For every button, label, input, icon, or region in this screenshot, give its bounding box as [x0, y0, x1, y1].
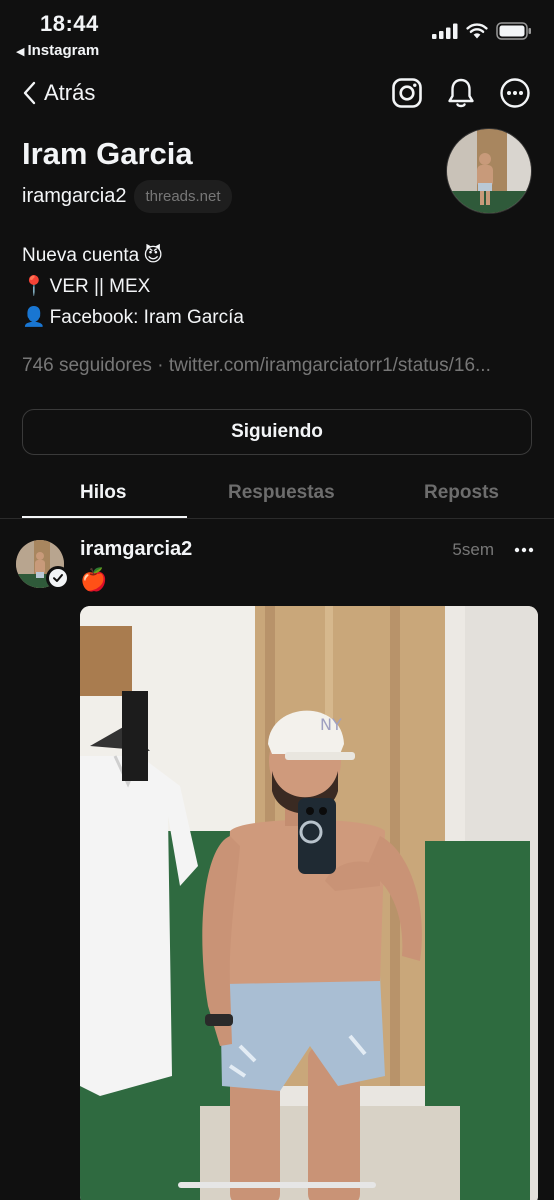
notifications-button[interactable] [444, 76, 478, 110]
devil-emoji-icon: 😈 [143, 245, 164, 266]
back-app-label: Instagram [27, 42, 100, 59]
handle-row: iramgarcia2 threads.net [22, 180, 232, 213]
profile-handle: iramgarcia2 [22, 185, 127, 207]
back-label: Atrás [44, 80, 96, 105]
bio-line: 👤 Facebook: Iram García [22, 302, 244, 333]
pin-emoji-icon: 📍 [22, 276, 46, 297]
person-emoji-icon: 👤 [22, 307, 46, 328]
status-time: 18:44 [40, 11, 99, 36]
bio-text: VER || MEX [49, 276, 151, 297]
profile-bio: Nueva cuenta 😈 📍 VER || MEX 👤 Facebook: … [22, 240, 244, 333]
profile-name: Iram Garcia [22, 136, 193, 171]
chevron-left-icon [23, 81, 36, 105]
profile-tabs: Hilos Respuestas Reposts [0, 472, 554, 519]
svg-text:NY: NY [320, 715, 342, 734]
tab-respuestas[interactable]: Respuestas [228, 482, 335, 504]
nav-actions [390, 76, 532, 110]
back-button[interactable]: Atrás [22, 80, 95, 106]
verified-check-icon [46, 566, 70, 590]
system-icons [432, 22, 532, 40]
more-circle-icon [500, 78, 530, 108]
bio-text: Nueva cuenta [22, 245, 140, 266]
post-more-button[interactable] [514, 540, 534, 558]
wifi-icon [466, 23, 488, 39]
top-nav: Atrás [0, 70, 554, 118]
back-to-app-link[interactable]: ◀ Instagram [16, 42, 99, 59]
back-triangle-icon: ◀ [16, 46, 25, 58]
more-options-button[interactable] [498, 76, 532, 110]
bio-line: 📍 VER || MEX [22, 271, 244, 302]
thread-post: iramgarcia2 5sem 🍎 NY [0, 520, 554, 1200]
post-photo[interactable]: NY [80, 606, 538, 1200]
following-button[interactable]: Siguiendo [22, 409, 532, 455]
post-timestamp: 5sem [452, 540, 494, 559]
profile-avatar[interactable] [446, 128, 532, 214]
avatar-photo [447, 129, 531, 213]
post-username[interactable]: iramgarcia2 [80, 538, 192, 561]
bell-icon [448, 78, 474, 108]
post-text: 🍎 [80, 567, 108, 592]
tab-reposts[interactable]: Reposts [424, 482, 499, 504]
battery-icon [496, 22, 531, 40]
bio-line: Nueva cuenta 😈 [22, 240, 244, 271]
followers-link-line[interactable]: 746 seguidores · twitter.com/iramgarciat… [22, 355, 536, 377]
cellular-signal-icon [432, 23, 458, 39]
active-tab-indicator [22, 516, 187, 518]
instagram-icon [392, 78, 422, 108]
domain-badge[interactable]: threads.net [134, 180, 232, 213]
more-horizontal-icon [514, 547, 534, 553]
home-indicator[interactable] [178, 1182, 376, 1188]
bio-text: Facebook: Iram García [49, 307, 244, 328]
status-bar: 18:44 ◀ Instagram [0, 0, 554, 66]
mirror-selfie-photo: NY [80, 606, 538, 1200]
instagram-button[interactable] [390, 76, 424, 110]
tab-hilos[interactable]: Hilos [80, 482, 126, 504]
